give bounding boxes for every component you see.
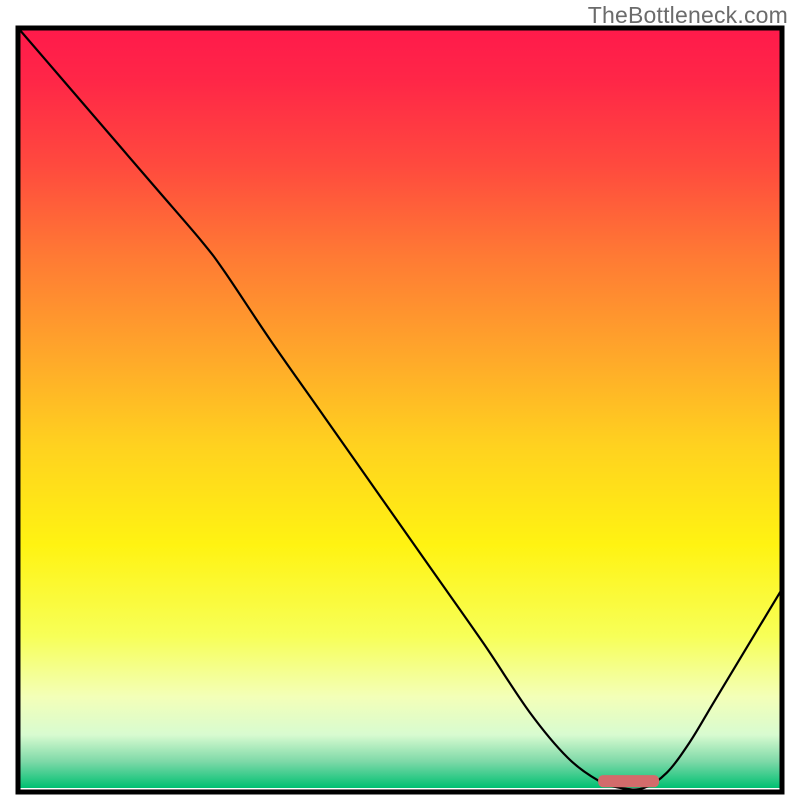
watermark-text: TheBottleneck.com bbox=[588, 2, 788, 29]
plot-area bbox=[15, 25, 785, 795]
chart-svg bbox=[15, 25, 785, 795]
chart-container: TheBottleneck.com bbox=[0, 0, 800, 800]
background-gradient bbox=[19, 29, 781, 788]
highlight-pill bbox=[598, 775, 659, 787]
